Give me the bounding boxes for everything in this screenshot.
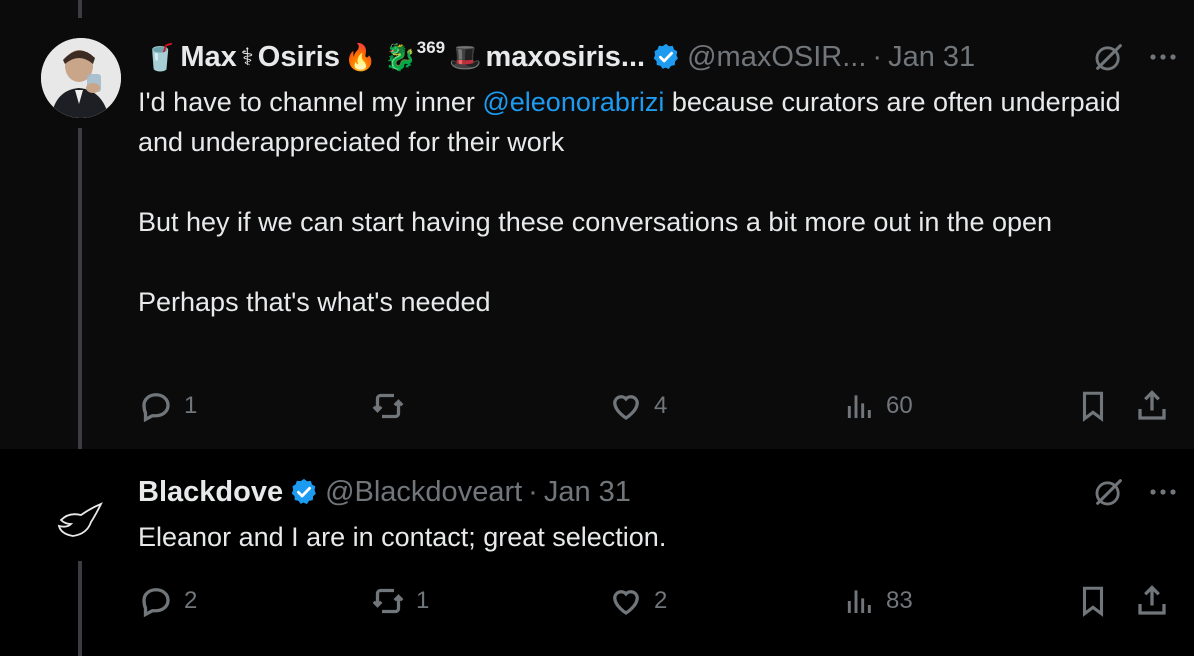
- view-count: 60: [886, 392, 913, 419]
- thread-line-top: [78, 0, 82, 18]
- repost-button[interactable]: [370, 388, 416, 424]
- separator-dot: ·: [872, 40, 883, 73]
- grok-icon[interactable]: [1092, 40, 1126, 74]
- share-icon: [1138, 390, 1166, 420]
- display-name[interactable]: Blackdove: [138, 476, 283, 509]
- mention-link[interactable]: @eleonorabrizi: [482, 87, 664, 117]
- repost-icon: [372, 393, 404, 419]
- action-bar: 2 1 2 83: [138, 581, 1178, 621]
- dove-logo-avatar-icon: [41, 482, 121, 562]
- heart-icon: [613, 590, 639, 615]
- text-segment: I'd have to channel my inner: [138, 87, 483, 117]
- like-count: 2: [654, 587, 668, 614]
- top-hat-emoji: 🎩: [449, 41, 482, 72]
- timestamp[interactable]: Jan 31: [544, 476, 631, 509]
- bookmark-button[interactable]: [1076, 583, 1110, 619]
- thread-line: [78, 128, 82, 449]
- display-name-part-2[interactable]: Osiris: [258, 41, 340, 74]
- verified-badge-icon: [653, 43, 678, 69]
- like-button[interactable]: 2: [608, 583, 667, 619]
- verified-badge-icon: [291, 478, 316, 504]
- text-paragraph: Perhaps that's what's needed: [138, 287, 491, 317]
- handle[interactable]: @Blackdoveart: [325, 476, 522, 509]
- analytics-icon: [847, 590, 871, 613]
- post-header: Blackdove @Blackdoveart · Jan 31: [138, 475, 1178, 509]
- post-text: I'd have to channel my inner @eleonorabr…: [138, 82, 1154, 322]
- more-icon[interactable]: [1148, 52, 1178, 62]
- bookmark-icon: [1082, 391, 1104, 422]
- repost-button[interactable]: 1: [370, 583, 429, 619]
- superscript-369: 369: [416, 38, 446, 57]
- reply-button[interactable]: 1: [138, 388, 197, 424]
- text-paragraph: But hey if we can start having these con…: [138, 207, 1053, 237]
- reply-icon: [142, 588, 170, 618]
- heart-icon: [613, 395, 639, 420]
- fire-emoji: 🔥: [344, 41, 377, 72]
- share-icon: [1138, 585, 1166, 615]
- avatar[interactable]: [41, 482, 121, 562]
- grok-icon[interactable]: [1092, 475, 1126, 509]
- action-bar: 1 4 60: [138, 386, 1178, 426]
- caduceus-emoji: ⚕: [240, 43, 254, 71]
- post-maxosiris[interactable]: 🥤 Max ⚕ Osiris 🔥 🐉 369 🎩 maxosiris... @m…: [0, 0, 1194, 449]
- post-blackdove[interactable]: Blackdove @Blackdoveart · Jan 31 Eleanor…: [0, 449, 1194, 656]
- repost-icon: [372, 588, 404, 614]
- cup-emoji: 🥤: [144, 41, 177, 72]
- post-text: Eleanor and I are in contact; great sele…: [138, 522, 667, 552]
- repost-count: 1: [416, 587, 430, 614]
- reply-button[interactable]: 2: [138, 583, 197, 619]
- timestamp[interactable]: Jan 31: [888, 41, 975, 74]
- views-button[interactable]: 83: [844, 583, 913, 619]
- separator-dot: ·: [528, 475, 538, 508]
- reply-icon: [142, 393, 170, 423]
- more-icon[interactable]: [1148, 487, 1178, 497]
- view-count: 83: [886, 587, 913, 614]
- reply-count: 1: [184, 392, 198, 419]
- analytics-icon: [847, 395, 871, 418]
- handle[interactable]: @maxOSIR...: [687, 41, 866, 74]
- like-count: 4: [654, 392, 668, 419]
- bookmark-button[interactable]: [1076, 388, 1110, 424]
- display-name-part-3[interactable]: maxosiris...: [486, 41, 646, 74]
- share-button[interactable]: [1134, 388, 1170, 424]
- views-button[interactable]: 60: [844, 388, 913, 424]
- avatar[interactable]: [41, 38, 121, 118]
- dragon-emoji: 🐉: [384, 41, 417, 72]
- like-button[interactable]: 4: [608, 388, 667, 424]
- share-button[interactable]: [1134, 583, 1170, 619]
- post-header: 🥤 Max ⚕ Osiris 🔥 🐉 369 🎩 maxosiris... @m…: [140, 38, 1178, 74]
- display-name-part-1[interactable]: Max: [180, 41, 236, 74]
- bookmark-icon: [1082, 586, 1104, 617]
- thread-line: [78, 561, 82, 656]
- reply-count: 2: [184, 587, 198, 614]
- man-drinking-avatar-icon: [41, 38, 121, 118]
